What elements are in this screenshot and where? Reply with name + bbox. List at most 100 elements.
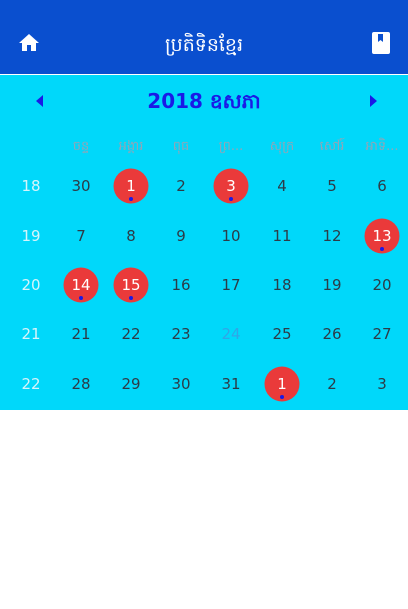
- day-number: 9: [176, 227, 186, 245]
- day-cell[interactable]: 12: [307, 211, 357, 261]
- week-number-label: 19: [21, 227, 41, 245]
- month-header: 2018 ឧសភា: [0, 75, 408, 127]
- weekday-label: សុក្រ: [269, 139, 295, 154]
- day-number: 23: [171, 325, 191, 343]
- week-number: 19: [6, 211, 56, 261]
- week-number-label: 21: [21, 325, 41, 343]
- day-number: 10: [221, 227, 241, 245]
- day-number: 11: [272, 227, 292, 245]
- day-number: 12: [322, 227, 342, 245]
- event-dot: [129, 197, 133, 201]
- day-number: 6: [377, 177, 387, 195]
- calendar: 2018 ឧសភា ចន្ទ អង្គារ ពុធ ព្រ... សុក្រ ស…: [0, 75, 408, 410]
- day-cell[interactable]: 10: [206, 211, 256, 261]
- day-number: 15: [121, 276, 141, 294]
- day-cell[interactable]: 16: [156, 260, 206, 310]
- day-cell[interactable]: 18: [257, 260, 307, 310]
- weekday-label: អាទិ...: [365, 139, 399, 154]
- day-cell[interactable]: 9: [156, 211, 206, 261]
- week-number-label: 22: [21, 375, 41, 393]
- day-cell[interactable]: 2: [156, 161, 206, 211]
- day-number: 3: [377, 375, 387, 393]
- day-cell[interactable]: 17: [206, 260, 256, 310]
- day-number: 18: [272, 276, 292, 294]
- day-cell[interactable]: 25: [257, 309, 307, 359]
- day-number: 8: [126, 227, 136, 245]
- day-number: 25: [272, 325, 292, 343]
- day-cell[interactable]: 21: [56, 309, 106, 359]
- app-title: ប្រតិទិនខ្មែរ: [164, 34, 244, 56]
- week-number: 20: [6, 260, 56, 310]
- day-cell[interactable]: 2: [307, 359, 357, 409]
- day-number: 21: [71, 325, 91, 343]
- day-cell[interactable]: 27: [357, 309, 407, 359]
- day-cell[interactable]: 11: [257, 211, 307, 261]
- week-row: 22 28 29 30 31 1 2 3: [0, 359, 408, 409]
- book-button[interactable]: [366, 28, 396, 58]
- day-cell[interactable]: 20: [357, 260, 407, 310]
- weekday-header: ចន្ទ អង្គារ ពុធ ព្រ... សុក្រ សៅរ៍ អាទិ..…: [0, 135, 408, 159]
- event-dot: [280, 395, 284, 399]
- day-number: 1: [277, 375, 287, 393]
- day-cell[interactable]: 4: [257, 161, 307, 211]
- day-number: 4: [277, 177, 287, 195]
- week-row: 20 14 15 16 17 18 19 20: [0, 260, 408, 310]
- day-number: 17: [221, 276, 241, 294]
- holiday-day-cell[interactable]: 15: [106, 260, 156, 310]
- week-number: 18: [6, 161, 56, 211]
- book-icon: [372, 32, 390, 54]
- holiday-day-cell[interactable]: 14: [56, 260, 106, 310]
- day-number: 30: [71, 177, 91, 195]
- weekday-label: ចន្ទ: [72, 139, 90, 154]
- day-number: 3: [226, 177, 236, 195]
- day-cell[interactable]: 3: [357, 359, 407, 409]
- day-cell[interactable]: 7: [56, 211, 106, 261]
- day-cell[interactable]: 22: [106, 309, 156, 359]
- day-number: 19: [322, 276, 342, 294]
- holiday-day-cell[interactable]: 13: [357, 211, 407, 261]
- holiday-day-cell[interactable]: 1: [257, 359, 307, 409]
- day-cell[interactable]: 8: [106, 211, 156, 261]
- week-row: 19 7 8 9 10 11 12 13: [0, 211, 408, 261]
- day-number: 2: [176, 177, 186, 195]
- week-number: 22: [6, 359, 56, 409]
- week-row: 21 21 22 23 24 25 26 27: [0, 309, 408, 359]
- day-number: 28: [71, 375, 91, 393]
- day-number: 20: [372, 276, 392, 294]
- event-dot: [380, 247, 384, 251]
- day-number: 30: [171, 375, 191, 393]
- week-number-label: 20: [21, 276, 41, 294]
- day-cell[interactable]: 23: [156, 309, 206, 359]
- day-number: 22: [121, 325, 141, 343]
- day-number: 31: [221, 375, 241, 393]
- day-number: 2: [327, 375, 337, 393]
- holiday-day-cell[interactable]: 1: [106, 161, 156, 211]
- day-cell[interactable]: 5: [307, 161, 357, 211]
- next-month-button[interactable]: [360, 88, 386, 114]
- today-day-cell[interactable]: 24: [206, 309, 256, 359]
- weekday-label: ព្រ...: [218, 139, 244, 154]
- weekday-label: អង្គារ: [118, 139, 144, 154]
- week-number: 21: [6, 309, 56, 359]
- day-number: 7: [76, 227, 86, 245]
- event-dot: [79, 296, 83, 300]
- day-cell[interactable]: 29: [106, 359, 156, 409]
- day-cell[interactable]: 6: [357, 161, 407, 211]
- day-number: 29: [121, 375, 141, 393]
- triangle-right-icon: [370, 95, 377, 107]
- day-number: 5: [327, 177, 337, 195]
- week-number-label: 18: [21, 177, 41, 195]
- event-dot: [229, 197, 233, 201]
- day-cell[interactable]: 30: [56, 161, 106, 211]
- day-cell[interactable]: 31: [206, 359, 256, 409]
- day-number: 26: [322, 325, 342, 343]
- holiday-day-cell[interactable]: 3: [206, 161, 256, 211]
- day-cell[interactable]: 19: [307, 260, 357, 310]
- day-cell[interactable]: 28: [56, 359, 106, 409]
- month-title: 2018 ឧសភា: [147, 89, 261, 113]
- weekday-label: ពុធ: [172, 139, 190, 154]
- day-cell[interactable]: 30: [156, 359, 206, 409]
- day-cell[interactable]: 26: [307, 309, 357, 359]
- event-dot: [129, 296, 133, 300]
- day-number: 24: [221, 325, 241, 343]
